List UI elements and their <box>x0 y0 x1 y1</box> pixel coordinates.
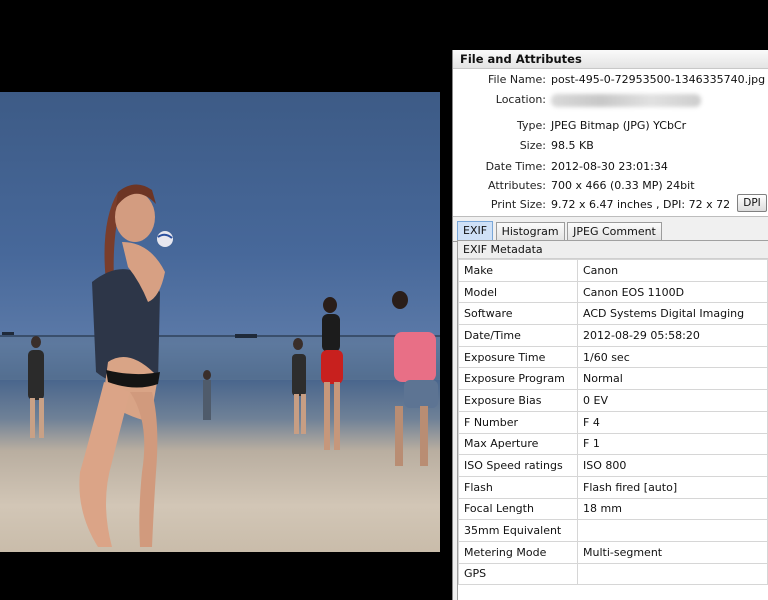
exif-value: Flash fired [auto] <box>577 475 768 499</box>
exif-row[interactable]: Software ACD Systems Digital Imaging <box>458 302 768 326</box>
attr-label: Attributes: <box>487 179 546 192</box>
attr-label: Location: <box>495 93 546 106</box>
attr-value: 700 x 466 (0.33 MP) 24bit <box>551 179 695 192</box>
tab-jpeg-comment[interactable]: JPEG Comment <box>567 222 662 241</box>
exif-row[interactable]: Focal Length 18 mm <box>458 497 768 521</box>
file-attributes-header: File and Attributes <box>453 50 768 69</box>
attr-location: Location: <box>453 91 768 109</box>
exif-value: 18 mm <box>577 497 768 521</box>
exif-key: GPS <box>458 562 578 586</box>
properties-panel: File and Attributes File Name: post-495-… <box>452 50 768 600</box>
exif-key: Model <box>458 280 578 304</box>
exif-row[interactable]: ISO Speed ratings ISO 800 <box>458 454 768 477</box>
exif-value <box>577 562 768 586</box>
exif-value: 0 EV <box>577 389 768 412</box>
exif-value: ACD Systems Digital Imaging <box>577 302 768 326</box>
exif-row[interactable]: Exposure Time 1/60 sec <box>458 345 768 369</box>
tab-histogram[interactable]: Histogram <box>495 222 565 241</box>
exif-table: Make Canon Model Canon EOS 1100D Software ACD… <box>458 259 768 586</box>
exif-key: ISO Speed ratings <box>458 454 578 477</box>
exif-value: 2012-08-29 05:58:20 <box>577 324 768 347</box>
attr-label: File Name: <box>487 73 546 86</box>
exif-key: Make <box>458 259 578 282</box>
exif-row[interactable]: Flash Flash fired [auto] <box>458 475 768 499</box>
exif-value: F 1 <box>577 432 768 456</box>
exif-value: Canon EOS 1100D <box>577 280 768 304</box>
exif-row[interactable]: Exposure Bias 0 EV <box>458 389 768 412</box>
exif-key: Exposure Bias <box>458 389 578 412</box>
exif-key: F Number <box>458 410 578 434</box>
attr-label: Print Size: <box>490 198 546 211</box>
exif-row[interactable]: F Number F 4 <box>458 410 768 434</box>
exif-value: ISO 800 <box>577 454 768 477</box>
attr-value: 2012-08-30 23:01:34 <box>551 160 668 173</box>
exif-key: Flash <box>458 475 578 499</box>
exif-key: Exposure Time <box>458 345 578 369</box>
exif-row[interactable]: Metering Mode Multi-segment <box>458 540 768 564</box>
photo-preview <box>0 92 440 552</box>
exif-key: Date/Time <box>458 324 578 347</box>
tab-exif[interactable]: EXIF <box>457 221 494 241</box>
exif-value <box>577 519 768 542</box>
exif-key: Focal Length <box>458 497 578 521</box>
exif-row[interactable]: Exposure Program Normal <box>458 367 768 391</box>
exif-value: 1/60 sec <box>577 345 768 369</box>
exif-metadata-header: EXIF Metadata <box>458 241 768 259</box>
file-attributes-box: File Name: post-495-0-72953500-134633574… <box>453 69 768 217</box>
attr-date-time: Date Time: 2012-08-30 23:01:34 <box>453 158 768 176</box>
attr-value: 98.5 KB <box>551 139 594 152</box>
exif-row[interactable]: 35mm Equivalent <box>458 519 768 542</box>
attr-label: Type: <box>517 119 546 132</box>
exif-metadata-list[interactable]: EXIF Metadata Make Canon Model Canon EOS 11… <box>457 240 768 600</box>
exif-key: Exposure Program <box>458 367 578 391</box>
attr-file-name: File Name: post-495-0-72953500-134633574… <box>453 71 768 89</box>
beach-photo <box>0 184 440 547</box>
exif-key: Metering Mode <box>458 540 578 564</box>
redacted-location <box>551 94 701 107</box>
exif-key: Software <box>458 302 578 326</box>
exif-row[interactable]: GPS <box>458 562 768 586</box>
attr-value: JPEG Bitmap (JPG) YCbCr <box>551 119 687 132</box>
attr-size: Size: 98.5 KB <box>453 137 768 155</box>
attr-type: Type: JPEG Bitmap (JPG) YCbCr <box>453 117 768 135</box>
exif-row[interactable]: Max Aperture F 1 <box>458 432 768 456</box>
exif-row[interactable]: Date/Time 2012-08-29 05:58:20 <box>458 324 768 347</box>
exif-value: Canon <box>577 259 768 282</box>
dpi-button[interactable]: DPI <box>737 194 767 212</box>
tab-bar: EXIF Histogram JPEG Comment <box>453 221 768 242</box>
exif-row[interactable]: Model Canon EOS 1100D <box>458 280 768 304</box>
attr-value: post-495-0-72953500-1346335740.jpg [ 2 /… <box>551 73 768 86</box>
exif-value: Multi-segment <box>577 540 768 564</box>
exif-value: Normal <box>577 367 768 391</box>
exif-key: 35mm Equivalent <box>458 519 578 542</box>
attr-value: 9.72 x 6.47 inches , DPI: 72 x 72 <box>551 198 731 211</box>
attr-print-size: Print Size: 9.72 x 6.47 inches , DPI: 72… <box>453 194 768 214</box>
attr-label: Date Time: <box>485 160 546 173</box>
exif-key: Max Aperture <box>458 432 578 456</box>
attr-label: Size: <box>519 139 546 152</box>
exif-value: F 4 <box>577 410 768 434</box>
attr-attributes: Attributes: 700 x 466 (0.33 MP) 24bit <box>453 177 768 195</box>
exif-row[interactable]: Make Canon <box>458 259 768 282</box>
